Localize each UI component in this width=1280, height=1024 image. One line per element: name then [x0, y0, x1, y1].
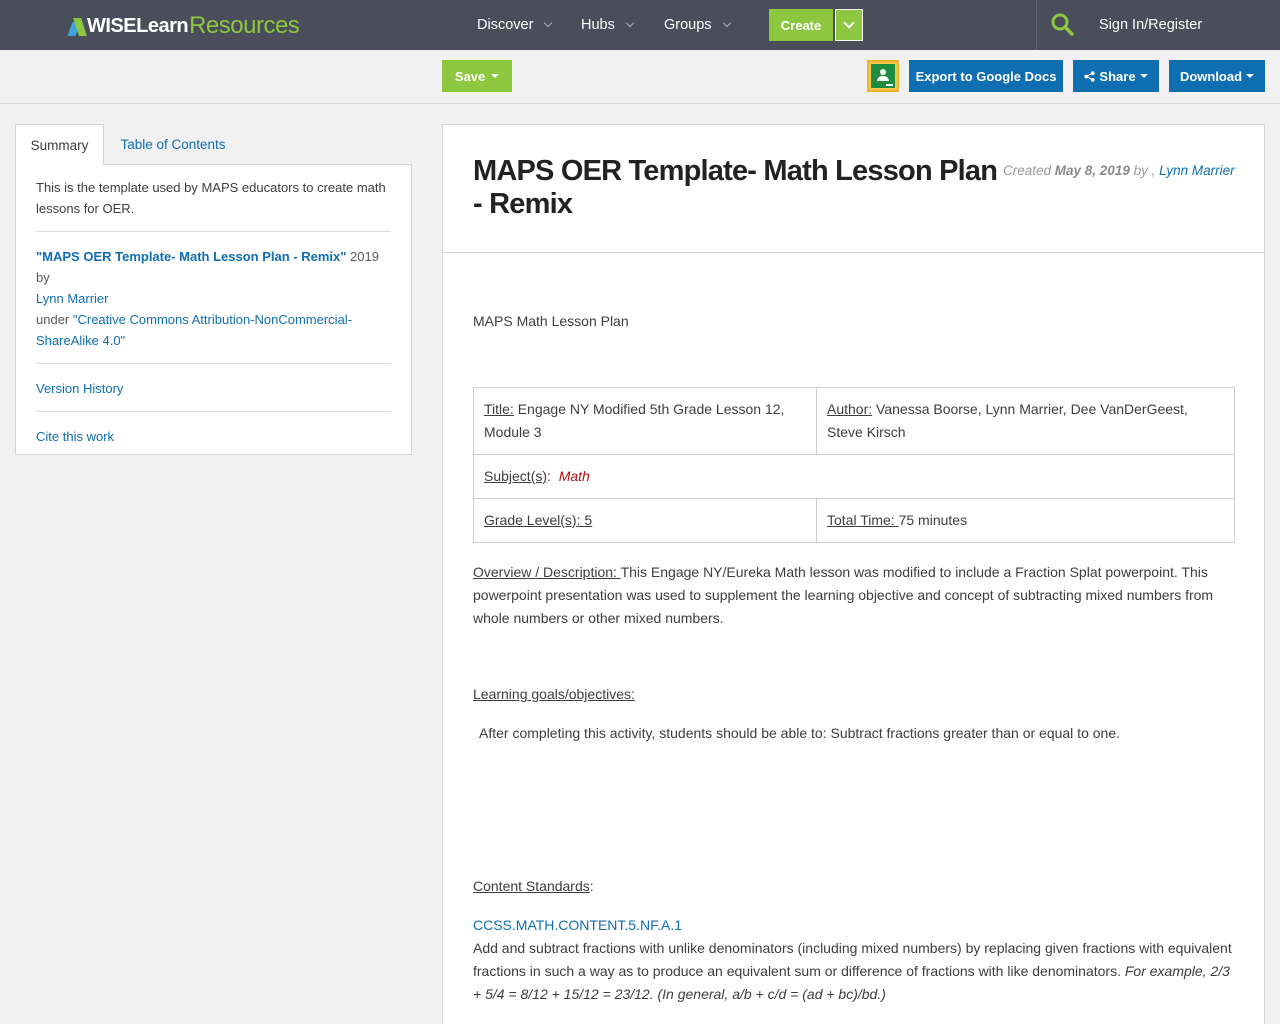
- download-button[interactable]: Download: [1169, 60, 1265, 92]
- total-time-value: 75 minutes: [898, 512, 968, 528]
- total-time-label: Total Time:: [827, 512, 899, 528]
- attribution-author-link[interactable]: Lynn Marrier: [36, 291, 108, 306]
- nav-hubs[interactable]: Hubs: [581, 0, 635, 50]
- nav-hubs-label: Hubs: [581, 17, 615, 33]
- cite-this-work-link[interactable]: Cite this work: [36, 429, 114, 444]
- save-button-label: Save: [454, 68, 486, 84]
- title-cell: Title: Engage NY Modified 5th Grade Less…: [473, 387, 817, 455]
- divider: [36, 411, 391, 412]
- resource-description: This is the template used by MAPS educat…: [36, 180, 386, 216]
- top-navbar: WISELearn Resources Discover Hubs Groups…: [0, 0, 1280, 50]
- tab-summary[interactable]: Summary: [15, 124, 104, 165]
- content-standards-heading: Content Standards:: [473, 875, 594, 898]
- caret-down-icon: [491, 74, 500, 78]
- chevron-down-icon: [722, 18, 731, 28]
- author-cell: Author: Vanessa Boorse, Lynn Marrier, De…: [816, 387, 1235, 455]
- resource-header: MAPS OER Template- Math Lesson Plan - Re…: [443, 125, 1264, 253]
- sign-in-register-link[interactable]: Sign In/Register: [1099, 0, 1202, 50]
- created-date: May 8, 2019: [1054, 163, 1130, 178]
- grade-value: 5: [584, 512, 593, 528]
- version-history-link[interactable]: Version History: [36, 381, 123, 396]
- total-time-cell: Total Time: 75 minutes: [816, 498, 1235, 543]
- table-row: Title: Engage NY Modified 5th Grade Less…: [473, 387, 1235, 455]
- overview-label: Overview / Description:: [473, 564, 621, 580]
- overview-paragraph: Overview / Description: This Engage NY/E…: [473, 561, 1235, 630]
- search-icon[interactable]: [1050, 12, 1074, 36]
- summary-panel: This is the template used by MAPS educat…: [15, 164, 412, 455]
- google-classroom-button[interactable]: [867, 60, 899, 92]
- content-standards-colon: :: [589, 878, 594, 894]
- attribution-title-link[interactable]: "MAPS OER Template- Math Lesson Plan - R…: [36, 249, 346, 264]
- share-button-label: Share: [1099, 68, 1136, 84]
- author-value: Vanessa Boorse, Lynn Marrier, Dee VanDer…: [827, 401, 1188, 440]
- site-logo[interactable]: WISELearn Resources: [67, 12, 300, 40]
- standard-code-link[interactable]: CCSS.MATH.CONTENT.5.NF.A.1: [473, 914, 682, 937]
- attribution-under: under: [36, 312, 73, 327]
- subject-value: Math: [558, 468, 590, 484]
- resource-content-panel: MAPS OER Template- Math Lesson Plan - Re…: [442, 124, 1265, 1024]
- google-classroom-icon: [871, 64, 895, 88]
- nav-discover[interactable]: Discover: [477, 0, 553, 50]
- share-button[interactable]: Share: [1073, 60, 1159, 92]
- export-google-docs-button[interactable]: Export to Google Docs: [909, 60, 1063, 92]
- created-author-link[interactable]: Lynn Marrier: [1159, 163, 1235, 178]
- nav-groups[interactable]: Groups: [664, 0, 731, 50]
- create-button[interactable]: Create: [769, 9, 833, 41]
- title-value: Engage NY Modified 5th Grade Lesson 12, …: [484, 401, 785, 440]
- save-button[interactable]: Save: [442, 60, 512, 92]
- attribution-block: "MAPS OER Template- Math Lesson Plan - R…: [36, 246, 391, 351]
- table-row: Grade Level(s): 5 Total Time: 75 minutes: [473, 498, 1235, 543]
- learning-goals-text: After completing this activity, students…: [479, 725, 1120, 741]
- divider: [36, 363, 391, 364]
- grade-cell: Grade Level(s): 5: [473, 498, 817, 543]
- logo-icon: [67, 16, 87, 36]
- created-meta: Created May 8, 2019 by , Lynn Marrier: [1003, 163, 1235, 178]
- grade-label: Grade Level(s):: [484, 512, 585, 528]
- chevron-down-icon: [843, 17, 855, 29]
- page-title: MAPS OER Template- Math Lesson Plan - Re…: [473, 155, 998, 220]
- download-button-label: Download: [1179, 68, 1243, 84]
- caret-down-icon: [1246, 74, 1255, 78]
- lesson-plan-heading: MAPS Math Lesson Plan: [473, 313, 629, 329]
- subject-cell: Subject(s): Math: [473, 454, 1235, 499]
- chevron-down-icon: [544, 18, 553, 28]
- subject-label: Subject(s): [484, 468, 548, 484]
- logo-text-wiselearn: WISELearn: [87, 14, 189, 37]
- standard-description-text: Add and subtract fractions with unlike d…: [473, 940, 1232, 979]
- caret-down-icon: [1139, 74, 1148, 78]
- learning-goals-heading: Learning goals/objectives:: [473, 686, 635, 702]
- standard-description: Add and subtract fractions with unlike d…: [473, 937, 1235, 1006]
- table-row: Subject(s): Math: [473, 454, 1235, 499]
- nav-groups-label: Groups: [664, 17, 712, 33]
- author-label: Author:: [827, 401, 873, 417]
- title-label: Title:: [484, 401, 514, 417]
- lesson-info-table: Title: Engage NY Modified 5th Grade Less…: [473, 387, 1235, 543]
- nav-discover-label: Discover: [477, 17, 534, 33]
- divider: [36, 231, 391, 232]
- resource-toolbar: Save Export to Google Docs Share Downloa…: [0, 50, 1280, 104]
- logo-text-resources: Resources: [189, 12, 300, 39]
- license-link[interactable]: "Creative Commons Attribution-NonCommerc…: [36, 312, 352, 348]
- created-label: Created: [1003, 163, 1055, 178]
- share-icon: [1084, 70, 1095, 82]
- subject-colon: :: [547, 468, 559, 484]
- content-standards-label: Content Standards: [473, 878, 590, 894]
- nav-divider: [1036, 0, 1037, 50]
- create-dropdown-toggle[interactable]: [835, 9, 863, 41]
- created-by: by ,: [1129, 163, 1160, 178]
- chevron-down-icon: [625, 18, 635, 28]
- tab-table-of-contents[interactable]: Table of Contents: [104, 124, 242, 165]
